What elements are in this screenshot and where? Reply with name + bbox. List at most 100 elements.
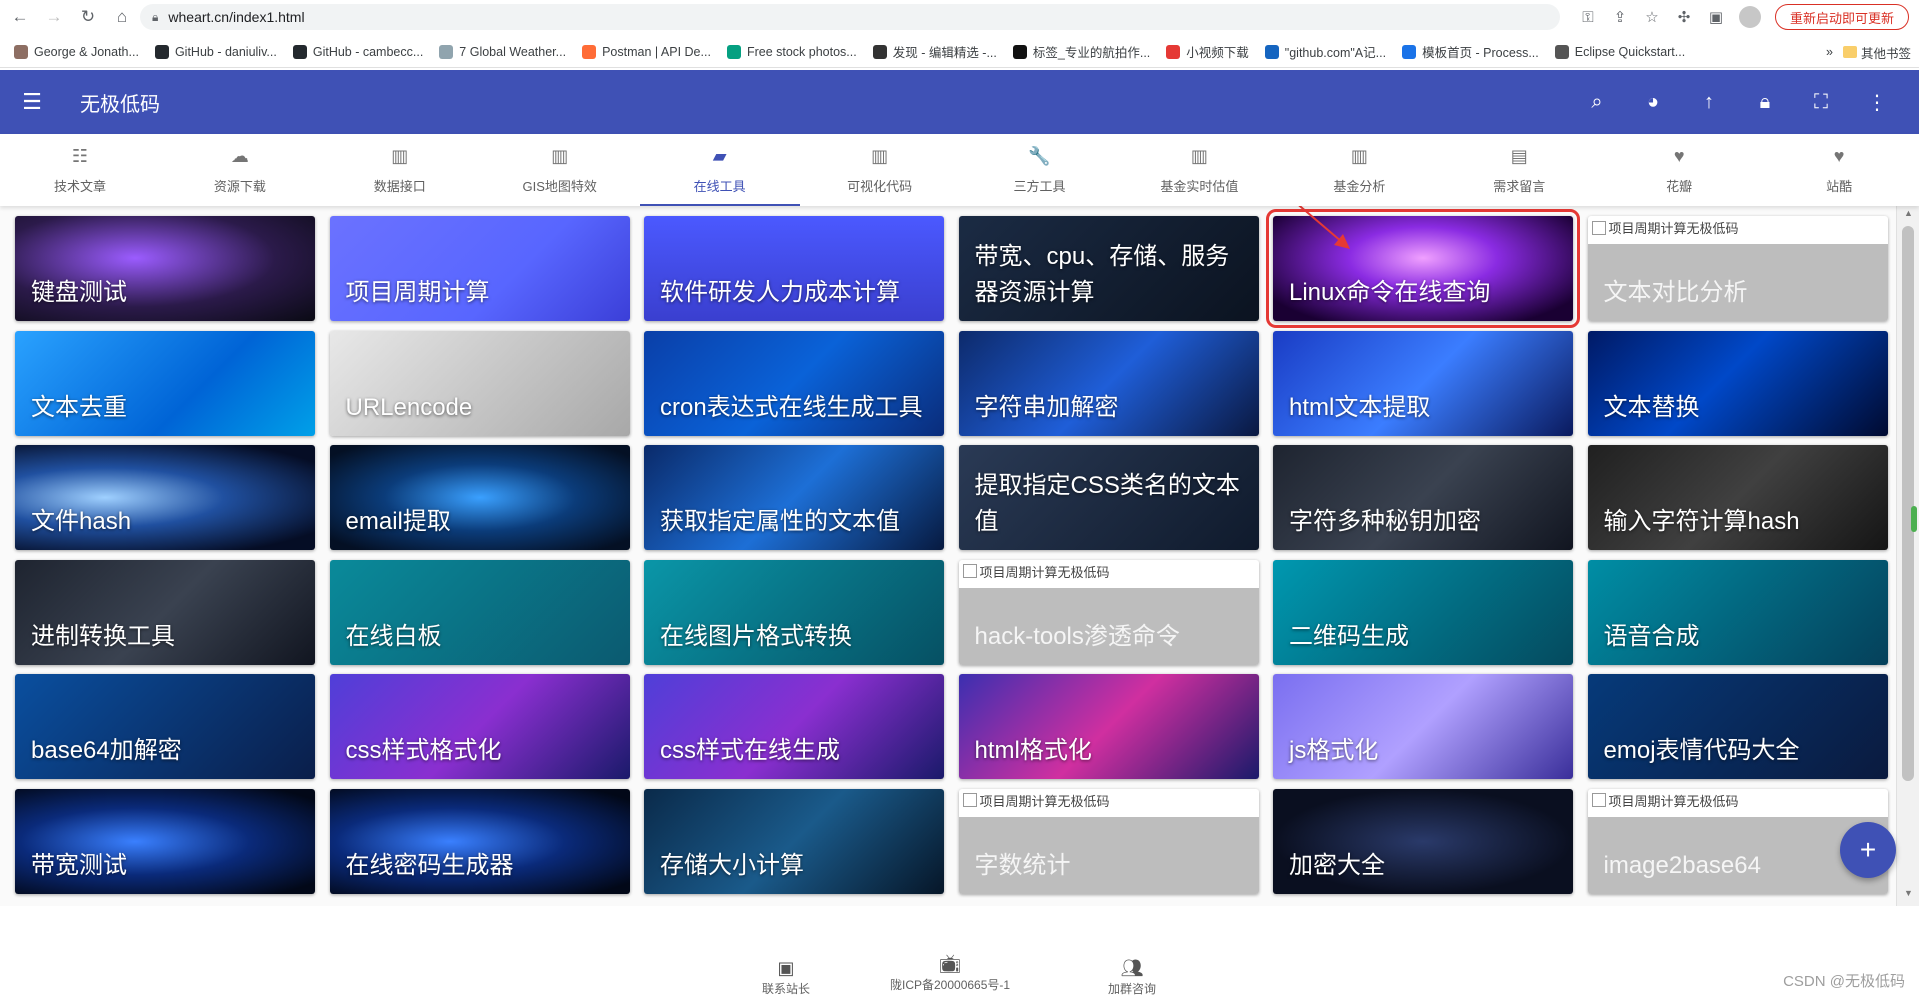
search-icon[interactable]: ⌕: [1569, 70, 1625, 134]
bookmark-item[interactable]: 小视频下载: [1166, 42, 1249, 61]
scroll-down-arrow[interactable]: ▼: [1897, 888, 1919, 904]
bookmark-item[interactable]: "github.com"A记...: [1264, 42, 1386, 61]
tool-card[interactable]: Linux命令在线查询: [1266, 209, 1580, 328]
tool-card[interactable]: 文本去重: [15, 330, 315, 436]
tool-card[interactable]: 项目周期计算无极低码 文本对比分析: [1587, 216, 1888, 321]
bookmark-label: GitHub - daniuliv...: [174, 44, 277, 59]
tool-card[interactable]: 项目周期计算无极低码 hack-tools渗透命令: [958, 559, 1259, 665]
fullscreen-icon[interactable]: ⛶: [1793, 70, 1849, 134]
palette-icon[interactable]: ◕: [1625, 70, 1681, 134]
tool-card[interactable]: 项目周期计算无极低码 字数统计: [958, 788, 1259, 894]
lock-icon[interactable]: 🔒︎: [1737, 70, 1793, 134]
menu-icon[interactable]: ☰: [0, 70, 64, 134]
contact-owner-link[interactable]: ▣ 联系站长: [762, 958, 810, 997]
bookmarks-overflow-button[interactable]: »: [1826, 45, 1833, 59]
tool-card[interactable]: 文件hash: [15, 445, 315, 550]
tool-card[interactable]: URLencode: [329, 330, 630, 436]
bookmark-item[interactable]: 标签_专业的航拍作...: [1012, 42, 1150, 61]
bookmark-item[interactable]: Free stock photos...: [726, 44, 857, 59]
bookmark-item[interactable]: Postman | API De...: [582, 44, 711, 59]
tool-card[interactable]: 在线密码生成器: [329, 788, 630, 894]
tool-card[interactable]: html格式化: [958, 674, 1259, 779]
tool-card[interactable]: 在线白板: [329, 559, 630, 665]
profile-avatar[interactable]: [1738, 6, 1761, 28]
bookmark-item[interactable]: GitHub - daniuliv...: [154, 44, 277, 59]
bookmark-item[interactable]: 模板首页 - Process...: [1402, 42, 1539, 61]
tool-card[interactable]: 语音合成: [1587, 559, 1888, 665]
browser-actions: ⚿ ⇪ ☆ ✣ ▣ 重新启动即可更新: [1579, 4, 1909, 30]
address-bar[interactable]: 🔒︎ wheart.cn/index1.html: [140, 4, 1560, 30]
star-icon[interactable]: ☆: [1643, 8, 1661, 26]
tool-card[interactable]: base64加解密: [15, 674, 315, 779]
tool-card[interactable]: 文本替换: [1587, 330, 1888, 436]
tool-card[interactable]: js格式化: [1273, 674, 1573, 779]
folder-icon: [1842, 46, 1857, 58]
tab-item[interactable]: ▥ GIS地图特效: [480, 134, 640, 206]
tool-card[interactable]: 键盘测试: [15, 216, 315, 321]
page-scrollbar[interactable]: ▲ ▼: [1896, 206, 1919, 906]
tool-card[interactable]: 项目周期计算: [329, 216, 630, 321]
tab-item[interactable]: ▥ 基金实时估值: [1119, 134, 1279, 206]
bookmark-item[interactable]: 发现 - 编辑精选 -...: [872, 42, 997, 61]
tool-card[interactable]: html文本提取: [1273, 330, 1573, 436]
extensions-icon[interactable]: ✣: [1675, 8, 1693, 26]
bar-chart-icon: ▥: [1190, 145, 1208, 166]
scroll-up-arrow[interactable]: ▲: [1897, 208, 1919, 224]
tool-card[interactable]: 存储大小计算: [644, 788, 944, 894]
other-bookmarks-folder[interactable]: 其他书签: [1842, 43, 1911, 62]
tool-card[interactable]: 获取指定属性的文本值: [644, 445, 944, 550]
csdn-watermark: CSDN @无极低码: [1783, 973, 1905, 990]
key-icon[interactable]: ⚿: [1579, 9, 1597, 26]
tool-card[interactable]: 软件研发人力成本计算: [644, 216, 944, 321]
tab-item[interactable]: ▥ 基金分析: [1279, 134, 1439, 206]
share-icon[interactable]: ⇪: [1611, 8, 1629, 26]
forward-icon[interactable]: →: [40, 3, 68, 31]
update-button[interactable]: 重新启动即可更新: [1774, 4, 1909, 30]
more-vert-icon[interactable]: ⋮: [1849, 70, 1905, 134]
back-icon[interactable]: ←: [6, 3, 34, 31]
bookmark-item[interactable]: Eclipse Quickstart...: [1554, 44, 1685, 59]
reload-icon[interactable]: ↻: [74, 3, 102, 31]
tab-item[interactable]: ▤ 需求留言: [1439, 134, 1599, 206]
add-fab-button[interactable]: +: [1840, 822, 1896, 878]
scroll-thumb[interactable]: [1902, 226, 1914, 781]
tool-card-label: 输入字符计算hash: [1603, 508, 1800, 535]
lock-icon[interactable]: 🔒︎: [152, 10, 158, 25]
tab-label: 花瓣: [1666, 178, 1693, 194]
tool-card-label: 在线密码生成器: [345, 851, 514, 879]
tool-card[interactable]: 字符多种秘钥加密: [1273, 445, 1573, 550]
tool-card[interactable]: 二维码生成: [1273, 559, 1573, 665]
icp-link[interactable]: 📺︎ 陇ICP备20000665号-1: [890, 954, 1010, 993]
tab-item[interactable]: ▥ 数据接口: [320, 134, 480, 206]
arrow-up-icon[interactable]: ↑: [1681, 70, 1737, 134]
bookmark-item[interactable]: George & Jonath...: [14, 44, 139, 59]
bar-chart-icon: ▥: [551, 145, 569, 166]
tool-card[interactable]: emoj表情代码大全: [1587, 674, 1888, 779]
tab-item[interactable]: ▥ 可视化代码: [800, 134, 960, 206]
home-icon[interactable]: ⌂: [108, 3, 136, 31]
tool-card[interactable]: 在线图片格式转换: [644, 559, 944, 665]
tool-card-label: 存储大小计算: [660, 851, 804, 879]
join-group-link[interactable]: 👥︎ 加群咨询: [1108, 958, 1156, 997]
tool-card[interactable]: email提取: [329, 445, 630, 550]
tool-card[interactable]: cron表达式在线生成工具: [644, 330, 944, 436]
tab-item[interactable]: ♥ 花瓣: [1599, 134, 1759, 206]
tool-card[interactable]: 加密大全: [1273, 788, 1573, 894]
tab-item[interactable]: ☁ 资源下载: [160, 134, 320, 206]
tab-label: 需求留言: [1493, 178, 1546, 194]
bookmark-item[interactable]: GitHub - cambecc...: [292, 44, 423, 59]
tool-card[interactable]: css样式在线生成: [644, 674, 944, 779]
tool-card[interactable]: 字符串加解密: [958, 330, 1259, 436]
tool-card[interactable]: 输入字符计算hash: [1587, 445, 1888, 550]
tool-card[interactable]: 进制转换工具: [15, 559, 315, 665]
tool-card[interactable]: 带宽测试: [15, 788, 315, 894]
tool-card[interactable]: 提取指定CSS类名的文本值: [958, 445, 1259, 550]
tool-card[interactable]: css样式格式化: [329, 674, 630, 779]
bookmark-item[interactable]: 7 Global Weather...: [439, 44, 566, 59]
sidepanel-icon[interactable]: ▣: [1707, 8, 1725, 26]
tab-item[interactable]: 🔧 三方工具: [960, 134, 1120, 206]
tool-card[interactable]: 带宽、cpu、存储、服务器资源计算: [958, 216, 1259, 321]
tab-item[interactable]: ▰ 在线工具: [639, 134, 800, 206]
tab-item[interactable]: ☷ 技术文章: [0, 134, 160, 206]
tab-item[interactable]: ♥ 站酷: [1759, 134, 1919, 206]
